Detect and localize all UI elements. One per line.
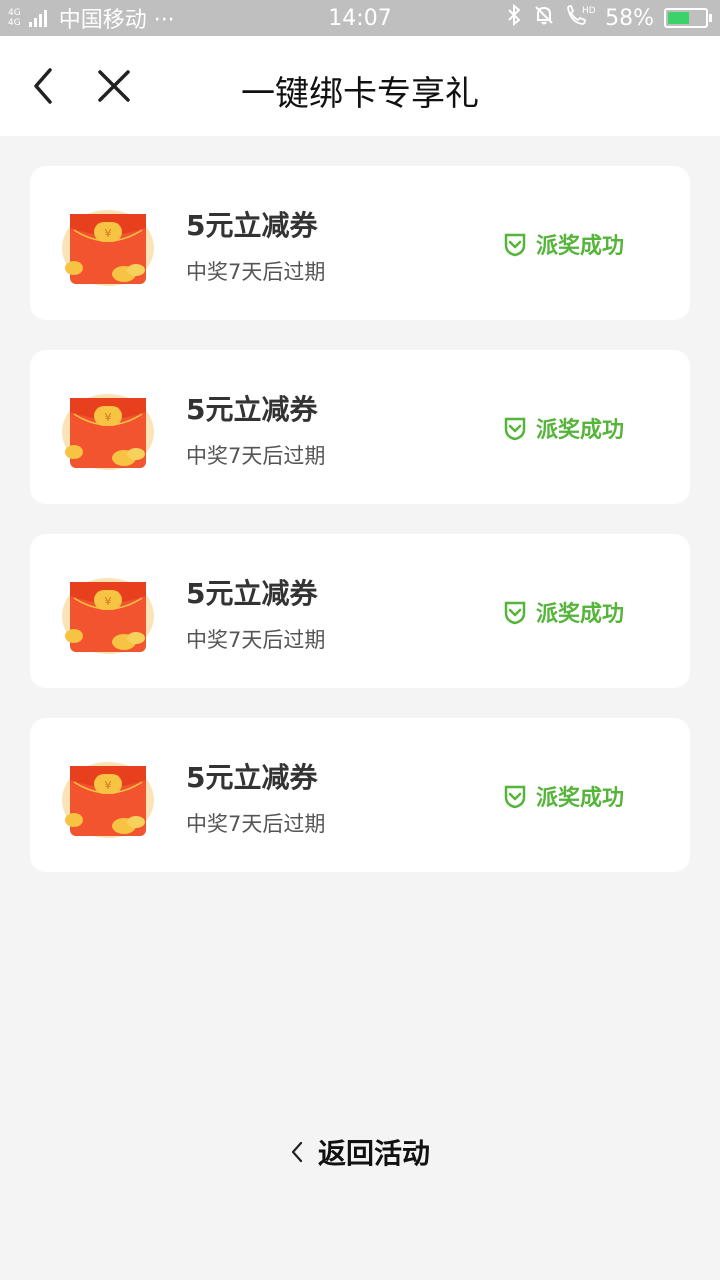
reward-title: 5元立减券: [186, 209, 318, 242]
back-to-activity-link[interactable]: 返回活动: [0, 1130, 720, 1174]
bluetooth-icon: [505, 3, 523, 32]
red-envelope-icon: ¥: [62, 210, 154, 286]
reward-title: 5元立减券: [186, 393, 318, 426]
back-to-activity-label: 返回活动: [317, 1137, 430, 1170]
carrier-name: 中国移动 ···: [58, 8, 175, 33]
status-left: 4G 4G 中国移动 ···: [8, 2, 175, 34]
red-envelope-icon: ¥: [62, 578, 154, 654]
shield-check-icon: [504, 601, 526, 625]
reward-status-label: 派奖成功: [535, 786, 624, 811]
svg-text:¥: ¥: [105, 411, 112, 424]
reward-expiry: 中奖7天后过期: [186, 260, 326, 284]
shield-check-icon: [504, 417, 526, 441]
nav-bar: 一键绑卡专享礼: [0, 36, 720, 136]
red-envelope-icon: ¥: [62, 762, 154, 838]
hd-call-icon: HD: [565, 3, 596, 33]
network-type-top: 4G: [8, 8, 21, 18]
reward-title: 5元立减券: [186, 577, 318, 610]
reward-status-label: 派奖成功: [535, 602, 624, 627]
chevron-left-icon: [291, 1141, 303, 1163]
reward-card: ¥ 5元立减券 中奖7天后过期 派奖成功: [30, 718, 690, 872]
reward-expiry: 中奖7天后过期: [186, 444, 326, 468]
signal-icon: [28, 9, 47, 27]
reward-status: 派奖成功: [502, 780, 624, 812]
battery-percent: 58%: [605, 5, 654, 31]
reward-status: 派奖成功: [502, 412, 624, 444]
bell-off-icon: [533, 4, 555, 32]
svg-text:¥: ¥: [105, 227, 112, 240]
network-type: 4G 4G: [8, 8, 21, 28]
network-type-bottom: 4G: [8, 18, 21, 28]
reward-status-label: 派奖成功: [535, 418, 624, 443]
svg-text:¥: ¥: [105, 595, 112, 608]
reward-title: 5元立减券: [186, 761, 318, 794]
status-right: HD 58%: [505, 3, 712, 33]
status-bar: 4G 4G 中国移动 ··· 14:07 HD 58%: [0, 0, 720, 36]
reward-status: 派奖成功: [502, 228, 624, 260]
shield-check-icon: [504, 233, 526, 257]
reward-list: ¥ 5元立减券 中奖7天后过期 派奖成功 ¥ 5元立减券 中奖7天后过期 派奖成…: [30, 166, 690, 902]
svg-text:HD: HD: [582, 6, 595, 16]
reward-status: 派奖成功: [502, 596, 624, 628]
page-title: 一键绑卡专享礼: [241, 74, 479, 114]
red-envelope-icon: ¥: [62, 394, 154, 470]
reward-card: ¥ 5元立减券 中奖7天后过期 派奖成功: [30, 350, 690, 504]
battery-icon: [664, 8, 712, 28]
reward-card: ¥ 5元立减券 中奖7天后过期 派奖成功: [30, 534, 690, 688]
shield-check-icon: [504, 785, 526, 809]
battery-fill: [668, 12, 689, 24]
reward-expiry: 中奖7天后过期: [186, 628, 326, 652]
reward-status-label: 派奖成功: [535, 234, 624, 259]
reward-expiry: 中奖7天后过期: [186, 812, 326, 836]
svg-text:¥: ¥: [105, 779, 112, 792]
reward-card: ¥ 5元立减券 中奖7天后过期 派奖成功: [30, 166, 690, 320]
